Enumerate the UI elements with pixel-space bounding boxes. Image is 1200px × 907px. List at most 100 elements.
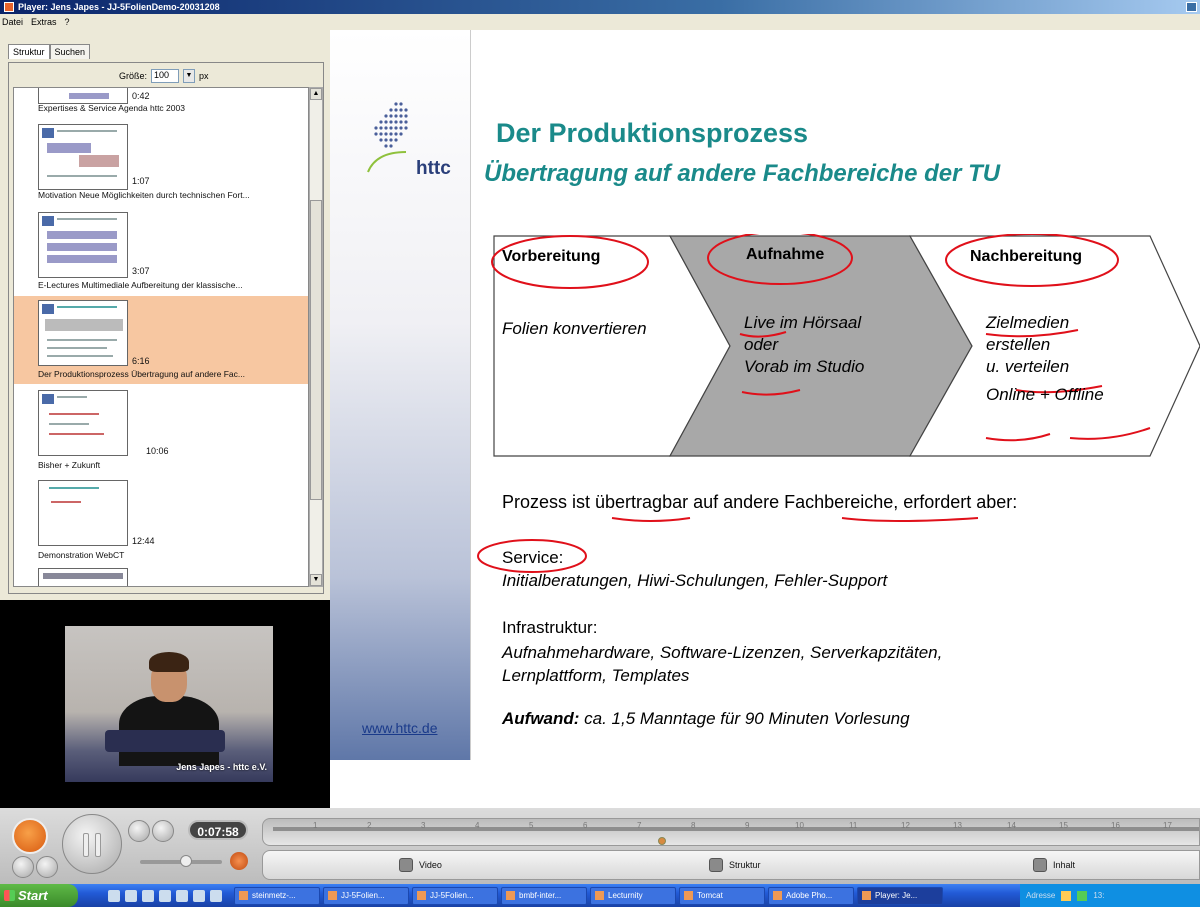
current-time-display: 0:07:58 <box>188 820 248 840</box>
rewind-button[interactable] <box>36 856 58 878</box>
entry-label: E-Lectures Multimediale Aufbereitung der… <box>38 280 243 290</box>
quicklaunch-icon[interactable] <box>159 889 171 902</box>
skip-end-button[interactable] <box>152 820 174 842</box>
taskbar-item[interactable]: Adobe Pho... <box>768 886 854 905</box>
player-controls: 0:07:58 1 2 3 4 5 6 7 8 9 10 11 12 13 14… <box>0 808 1200 884</box>
taskbar-item[interactable]: JJ-5Folien... <box>323 886 409 905</box>
quicklaunch-icon[interactable] <box>176 889 188 902</box>
entry-time: 12:44 <box>132 536 155 546</box>
entry-label: Der Produktionsprozess Übertragung auf a… <box>38 369 245 379</box>
menu-help[interactable]: ? <box>65 17 70 27</box>
list-item[interactable] <box>14 566 308 586</box>
taskbar-item[interactable]: steinmetz-... <box>234 886 320 905</box>
pause-icon <box>83 833 89 857</box>
effort-line: Aufwand: ca. 1,5 Manntage für 90 Minuten… <box>502 708 910 731</box>
slide-subtitle: Übertragung auf andere Fachbereiche der … <box>484 160 1001 187</box>
quicklaunch-icon[interactable] <box>125 889 137 902</box>
scroll-up-icon[interactable]: ▲ <box>310 88 322 100</box>
scrollbar-thumb[interactable] <box>310 200 322 500</box>
slide-thumbnail <box>38 390 128 456</box>
statement-underlines <box>611 517 979 522</box>
slide-thumbnail <box>38 480 128 546</box>
lecturnity-logo-icon[interactable] <box>12 818 48 854</box>
size-select[interactable]: 100 <box>151 69 180 83</box>
window-title: Player: Jens Japes - JJ-5FolienDemo-2003… <box>18 2 220 12</box>
list-item[interactable]: 10:06 Bisher + Zukunft <box>14 386 308 472</box>
quicklaunch-icon[interactable] <box>210 889 222 902</box>
taskbar-item-active[interactable]: Player: Je... <box>857 886 943 905</box>
timeline-tick: 9 <box>745 821 750 830</box>
quicklaunch-icon[interactable] <box>142 889 154 902</box>
entry-label: Demonstration WebCT <box>38 550 125 560</box>
tab-content: Größe: 100 ▼ px 0:42 Expertises & Servic… <box>8 62 324 594</box>
speaker-icon[interactable] <box>230 852 248 870</box>
timeline-tick: 15 <box>1059 821 1068 830</box>
timeline-tick: 13 <box>953 821 962 830</box>
timeline[interactable]: 1 2 3 4 5 6 7 8 9 10 11 12 13 14 15 16 1… <box>262 818 1200 846</box>
menu-extras[interactable]: Extras <box>31 17 57 27</box>
tab-inhalt[interactable]: Inhalt <box>1033 858 1075 872</box>
taskbar-item[interactable]: JJ-5Folien... <box>412 886 498 905</box>
entry-time: 1:07 <box>132 176 150 186</box>
window-control-button[interactable] <box>1186 2 1197 12</box>
quicklaunch-icon[interactable] <box>108 889 120 902</box>
list-item[interactable]: 3:07 E-Lectures Multimediale Aufbereitun… <box>14 208 308 294</box>
skip-start-button[interactable] <box>12 856 34 878</box>
phase-label: Vorbereitung <box>502 248 601 265</box>
slide-thumbnail <box>38 300 128 366</box>
effort-text: ca. 1,5 Manntage für 90 Minuten Vorlesun… <box>579 709 910 728</box>
size-control: Größe: 100 ▼ px <box>119 69 209 83</box>
start-button[interactable]: Start <box>0 884 78 907</box>
tab-suchen[interactable]: Suchen <box>49 44 91 59</box>
timeline-tick: 17 <box>1163 821 1172 830</box>
forward-button[interactable] <box>128 820 150 842</box>
timeline-tick: 6 <box>583 821 588 830</box>
quicklaunch-icon[interactable] <box>193 889 205 902</box>
speaker-video: Jens Japes - httc e.V. <box>65 626 273 782</box>
slide-thumbnail <box>38 124 128 190</box>
view-tabs: Video Struktur Inhalt <box>262 850 1200 880</box>
list-item-selected[interactable]: 6:16 Der Produktionsprozess Übertragung … <box>14 296 308 384</box>
website-link[interactable]: www.httc.de <box>362 720 437 736</box>
tab-inhalt-label: Inhalt <box>1053 860 1076 870</box>
slide-title: Der Produktionsprozess <box>496 118 809 148</box>
phase-text: Zielmedien erstellen u. verteilen Online… <box>986 313 1104 405</box>
phase-text: Live im Hörsaal oder Vorab im Studio <box>744 313 865 377</box>
logo-text: httc <box>416 158 451 179</box>
chevron-down-icon[interactable]: ▼ <box>183 69 196 83</box>
scroll-down-icon[interactable]: ▼ <box>310 574 322 586</box>
menu-datei[interactable]: Datei <box>2 17 23 27</box>
taskbar-item[interactable]: Lecturnity <box>590 886 676 905</box>
timeline-tick: 2 <box>367 821 372 830</box>
list-item[interactable]: 0:42 Expertises & Service Agenda httc 20… <box>14 88 308 118</box>
slide-view: httc Der Produktionsprozess Übertragung … <box>330 30 1200 808</box>
video-panel: Jens Japes - httc e.V. <box>0 600 330 808</box>
size-unit: px <box>199 71 209 81</box>
entry-label: Motivation Neue Möglichkeiten durch tech… <box>38 190 250 200</box>
tray-icon[interactable] <box>1077 890 1088 901</box>
entry-label: Expertises & Service Agenda httc 2003 <box>38 103 185 113</box>
timeline-tick: 16 <box>1111 821 1120 830</box>
taskbar-item[interactable]: Tomcat <box>679 886 765 905</box>
structure-icon <box>709 858 723 872</box>
tab-video[interactable]: Video <box>399 858 442 872</box>
taskbar-item[interactable]: bmbf-inter... <box>501 886 587 905</box>
speaker-hair <box>149 652 189 672</box>
pause-button[interactable] <box>62 814 122 874</box>
timeline-tick: 12 <box>901 821 910 830</box>
list-scrollbar[interactable]: ▲ ▼ <box>309 87 323 587</box>
timeline-tick: 8 <box>691 821 696 830</box>
service-text: Initialberatungen, Hiwi-Schulungen, Fehl… <box>502 571 888 590</box>
playhead[interactable] <box>657 837 666 845</box>
volume-knob[interactable] <box>180 855 192 867</box>
list-item[interactable]: 12:44 Demonstration WebCT <box>14 476 308 562</box>
tab-struktur-view[interactable]: Struktur <box>709 858 761 872</box>
tray-icon[interactable] <box>1061 890 1072 901</box>
tab-struktur[interactable]: Struktur <box>8 44 50 59</box>
tray-address-label[interactable]: Adresse <box>1026 891 1055 900</box>
infra-label: Infrastruktur: <box>502 618 598 637</box>
httc-logo-icon <box>367 102 408 173</box>
timeline-tick: 7 <box>637 821 642 830</box>
infra-text: Aufnahmehardware, Software-Lizenzen, Ser… <box>502 643 943 685</box>
list-item[interactable]: 1:07 Motivation Neue Möglichkeiten durch… <box>14 120 308 204</box>
